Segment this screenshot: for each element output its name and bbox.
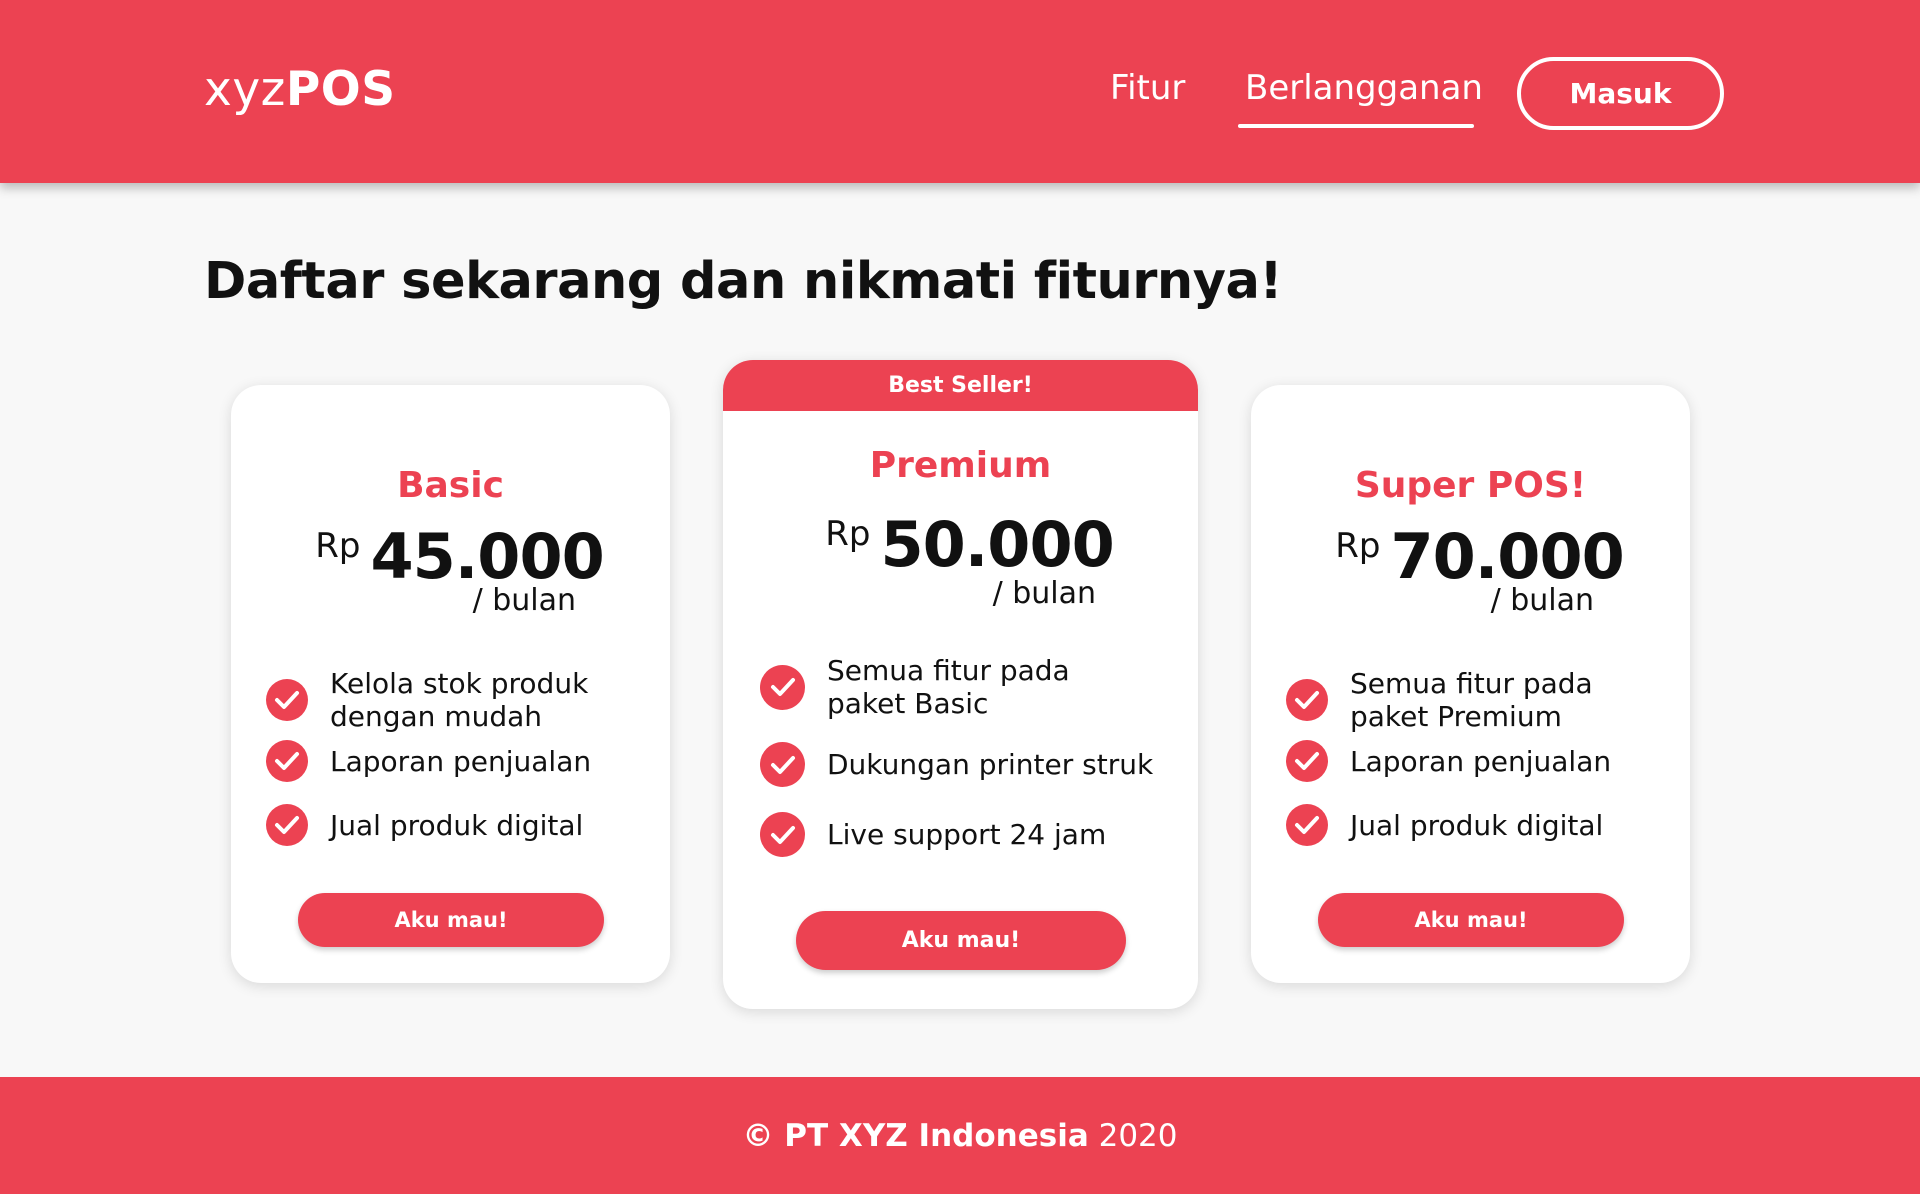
check-circle-icon — [760, 812, 805, 857]
price-row: Rp 70.000 — [1251, 520, 1690, 593]
feature-item: Jual produk digital — [266, 804, 583, 846]
subscribe-button-basic[interactable]: Aku mau! — [298, 893, 604, 947]
check-circle-icon — [1286, 804, 1328, 846]
feature-text: Laporan penjualan — [1350, 744, 1612, 778]
check-circle-icon — [760, 742, 805, 787]
check-circle-icon — [760, 664, 805, 710]
feature-text: Semua fitur pada paket Premium — [1350, 667, 1593, 733]
check-circle-icon — [266, 740, 308, 782]
feature-text: Jual produk digital — [330, 808, 584, 842]
price-period: / bulan — [472, 583, 576, 618]
active-nav-underline — [1238, 124, 1474, 128]
logo-text-light: xyz — [204, 62, 286, 117]
plan-card-super-pos: Super POS! Rp 70.000 / bulan Semua fitur… — [1251, 385, 1690, 983]
plan-name: Basic — [397, 465, 504, 506]
price-currency: Rp — [1335, 526, 1381, 566]
page-headline: Daftar sekarang dan nikmati fiturnya! — [204, 252, 1283, 311]
best-seller-badge: Best Seller! — [723, 360, 1198, 411]
feature-text: Kelola stok produk dengan mudah — [330, 667, 589, 733]
footer: © PT XYZ Indonesia 2020 — [0, 1077, 1920, 1194]
price-row: Rp 50.000 — [723, 508, 1198, 581]
nav-link-fitur[interactable]: Fitur — [1110, 68, 1185, 108]
price-currency: Rp — [315, 526, 361, 566]
subscribe-button-super-pos[interactable]: Aku mau! — [1318, 893, 1624, 947]
feature-text: Laporan penjualan — [330, 744, 592, 778]
logo-text-bold: POS — [285, 62, 396, 117]
feature-item: Semua fitur pada paket Basic — [760, 654, 1147, 720]
header: xyzPOS Fitur Berlangganan Masuk — [0, 0, 1920, 183]
price-row: Rp 45.000 — [231, 520, 670, 593]
logo[interactable]: xyzPOS — [204, 62, 396, 117]
plan-card-premium: Best Seller! Premium Rp 50.000 / bulan S… — [723, 360, 1198, 1009]
feature-item: Laporan penjualan — [1286, 740, 1611, 782]
feature-text: Jual produk digital — [1350, 808, 1604, 842]
check-circle-icon — [1286, 679, 1328, 721]
plan-name: Super POS! — [1354, 465, 1587, 506]
price-currency: Rp — [825, 514, 871, 554]
subscribe-button-premium[interactable]: Aku mau! — [796, 911, 1126, 970]
price-amount: 50.000 — [880, 508, 1114, 581]
check-circle-icon — [266, 804, 308, 846]
login-button[interactable]: Masuk — [1517, 57, 1724, 130]
footer-year: 2020 — [1098, 1117, 1178, 1154]
feature-item: Jual produk digital — [1286, 804, 1603, 846]
feature-item: Semua fitur pada paket Premium — [1286, 667, 1670, 733]
plan-card-basic: Basic Rp 45.000 / bulan Kelola stok prod… — [231, 385, 670, 983]
feature-text: Live support 24 jam — [827, 818, 1107, 851]
feature-item: Laporan penjualan — [266, 740, 591, 782]
price-period: / bulan — [1490, 583, 1594, 618]
price-period: / bulan — [992, 576, 1096, 611]
feature-text: Semua fitur pada paket Basic — [827, 654, 1070, 720]
nav-link-berlangganan[interactable]: Berlangganan — [1245, 68, 1483, 108]
footer-copyright: © PT XYZ Indonesia — [742, 1117, 1089, 1154]
feature-item: Live support 24 jam — [760, 812, 1106, 857]
feature-text: Dukungan printer struk — [827, 748, 1154, 781]
plan-name: Premium — [869, 445, 1052, 486]
check-circle-icon — [266, 679, 308, 721]
feature-item: Dukungan printer struk — [760, 742, 1153, 787]
feature-item: Kelola stok produk dengan mudah — [266, 667, 590, 733]
check-circle-icon — [1286, 740, 1328, 782]
